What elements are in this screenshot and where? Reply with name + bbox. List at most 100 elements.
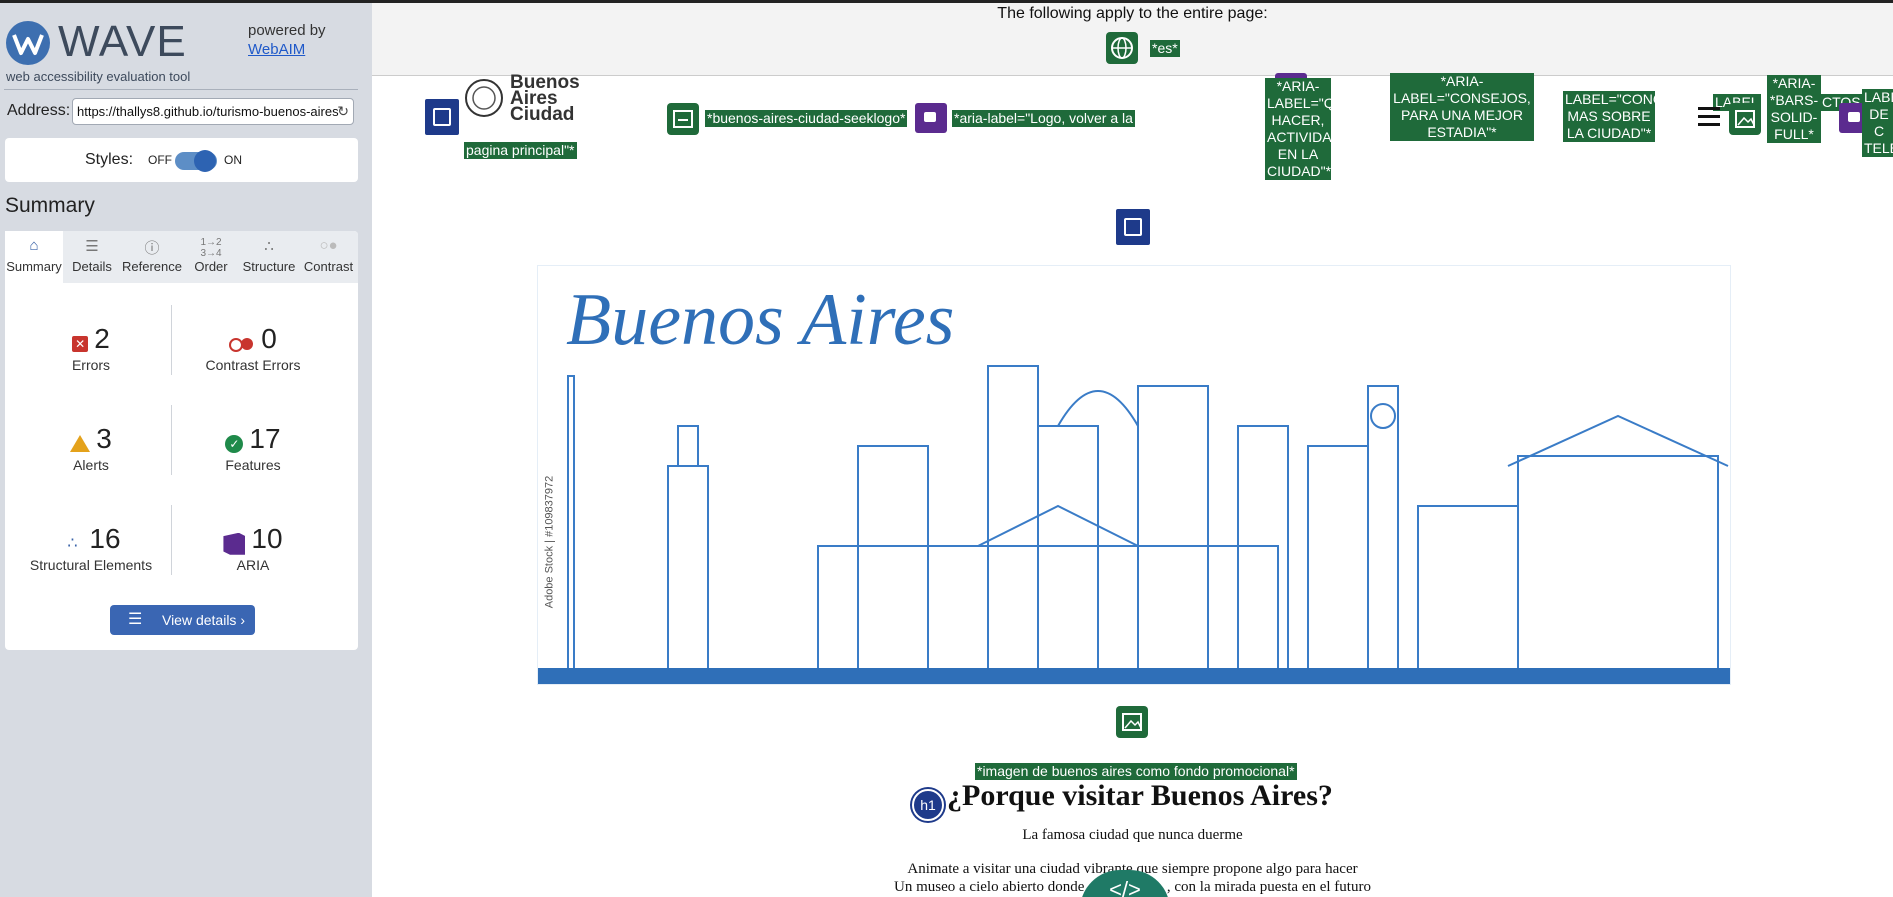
tab-label: Contrast	[303, 259, 354, 274]
tab-bar: ⌂ Summary ☰ Details ⓘ Reference 1→2 3→4 O…	[5, 231, 358, 283]
stat-label: Errors	[71, 357, 111, 373]
city-emblem-icon	[465, 79, 503, 117]
contrast-error-icon	[229, 337, 255, 352]
hamburger-menu-icon[interactable]	[1698, 107, 1720, 127]
tab-label: Summary	[6, 259, 62, 274]
aria-label-icon[interactable]	[915, 103, 947, 133]
language-badge[interactable]	[1106, 32, 1138, 64]
image-icon	[1735, 110, 1755, 128]
stat-contrast-errors[interactable]: 0 Contrast Errors	[173, 323, 333, 373]
info-icon: ⓘ	[144, 240, 160, 257]
evaluated-page: The following apply to the entire page: …	[372, 0, 1893, 897]
tab-reference[interactable]: ⓘ Reference	[121, 231, 183, 283]
stat-errors[interactable]: ✕ 2 Errors	[11, 323, 171, 373]
toggle-knob	[194, 150, 216, 172]
image-badge[interactable]	[1116, 706, 1148, 738]
stat-value: 3	[96, 423, 112, 454]
stat-aria[interactable]: 10 ARIA	[173, 523, 333, 573]
summary-heading: Summary	[5, 194, 95, 217]
tab-structure[interactable]: ∴ Structure	[239, 231, 299, 283]
list-icon: ☰	[128, 611, 143, 628]
view-details-button[interactable]: ☰ View details ›	[110, 605, 255, 635]
stat-structural-elements[interactable]: ∴ 16 Structural Elements	[11, 523, 171, 573]
globe-icon	[1111, 37, 1133, 59]
aria-label-tag: LABEL="CONOCE MAS SOBRE LA CIUDAD"*	[1563, 91, 1684, 142]
address-input[interactable]: https://thallys8.github.io/turismo-bueno…	[72, 98, 354, 125]
stat-label: ARIA	[236, 557, 270, 573]
styles-toggle-box: Styles: OFF ON	[5, 138, 358, 182]
powered-by-text: powered by	[248, 22, 326, 39]
address-label: Address:	[7, 102, 71, 119]
stat-divider	[171, 405, 172, 475]
tab-summary[interactable]: ⌂ Summary	[5, 231, 63, 283]
aria-label-tag: *aria-label="Logo, volver a la	[952, 110, 1135, 127]
stat-label: Features	[225, 457, 281, 473]
stat-value: 17	[249, 423, 281, 454]
view-details-label: View details ›	[161, 612, 245, 628]
heading-level-badge[interactable]: h1	[912, 789, 944, 821]
image-badge[interactable]	[1729, 103, 1761, 135]
banner-text: The following apply to the entire page:	[997, 5, 1268, 22]
wave-logo-icon	[6, 21, 50, 65]
home-icon: ⌂	[29, 237, 39, 254]
webaim-link[interactable]: WebAIM	[248, 41, 305, 58]
tab-contrast[interactable]: ○● Contrast	[299, 231, 358, 283]
stat-features[interactable]: ✓ 17 Features	[173, 423, 333, 473]
structure-icon: ∴	[67, 534, 78, 552]
styles-toggle[interactable]	[175, 150, 217, 172]
stat-value: 16	[89, 523, 121, 554]
stat-divider	[171, 505, 172, 575]
styles-label: Styles:	[85, 151, 134, 168]
reload-icon[interactable]: ↻	[337, 103, 349, 120]
tab-label: Reference	[122, 259, 182, 274]
contrast-icon: ○●	[319, 237, 338, 254]
header-region-icon[interactable]	[425, 99, 459, 135]
alt-text-label: *imagen de buenos aires como fondo promo…	[975, 763, 1297, 780]
stat-value: 2	[94, 323, 110, 354]
list-icon: ☰	[85, 238, 99, 255]
aria-label-tag: LABEL DE C TELE	[1862, 89, 1893, 157]
stat-label: Contrast Errors	[205, 357, 301, 373]
wave-logo-text: WAVE	[58, 17, 187, 66]
error-icon: ✕	[72, 335, 89, 352]
tab-label: Structure	[242, 259, 296, 274]
summary-panel: ⌂ Summary ☰ Details ⓘ Reference 1→2 3→4 O…	[5, 231, 358, 650]
powered-by: powered by WebAIM	[248, 21, 326, 59]
alert-icon	[70, 435, 91, 453]
logo-text: Buenos Aires Ciudad	[510, 72, 580, 125]
image-icon	[1122, 713, 1142, 731]
linked-image-icon	[673, 110, 693, 128]
alt-text-label: *buenos-aires-ciudad-seeklogo*	[705, 110, 908, 127]
toggle-off-label: OFF	[148, 153, 172, 167]
address-value: https://thallys8.github.io/turismo-bueno…	[77, 104, 339, 119]
aria-label-tag: *ARIA-LABEL="QUE HACER, ACTIVIDADES EN L…	[1265, 78, 1361, 180]
wave-logo-subtitle: web accessibility evaluation tool	[6, 69, 191, 84]
stat-value: 10	[251, 523, 283, 554]
tab-order[interactable]: 1→2 3→4 Order	[183, 231, 239, 283]
language-label: *es*	[1150, 40, 1180, 57]
aria-label-tag: *ARIA-*BARS-SOLID-FULL*	[1767, 75, 1821, 143]
page-wide-banner: The following apply to the entire page: …	[372, 3, 1893, 76]
aria-label-tag: pagina principal"*	[464, 142, 577, 159]
tab-label: Details	[72, 259, 112, 274]
page-subtitle: La famosa ciudad que nunca duerme	[1022, 827, 1243, 843]
toggle-on-label: ON	[224, 153, 242, 167]
image-link-badge[interactable]	[667, 103, 699, 135]
stat-value: 0	[261, 323, 277, 354]
aria-label-tag: *ARIA-LABEL="CONSEJOS, PARA UNA MEJOR ES…	[1390, 73, 1534, 141]
aria-icon	[223, 532, 246, 555]
stat-label: Alerts	[73, 457, 109, 473]
stat-label: Structural Elements	[29, 557, 153, 573]
hero-image: Buenos Aires Adobe Stock | #109837972	[537, 265, 1731, 685]
feature-icon: ✓	[225, 434, 244, 453]
wave-sidebar: WAVE web accessibility evaluation tool p…	[0, 0, 372, 897]
main-region-icon[interactable]	[1116, 209, 1150, 245]
buenos-aires-logo[interactable]: Buenos Aires Ciudad	[464, 72, 594, 125]
stat-divider	[171, 305, 172, 375]
stat-alerts[interactable]: 3 Alerts	[11, 423, 171, 473]
structure-icon: ∴	[264, 238, 274, 255]
stock-watermark: Adobe Stock | #109837972	[543, 475, 556, 609]
order-icon: 1→2 3→4	[200, 237, 222, 259]
tab-details[interactable]: ☰ Details	[63, 231, 121, 283]
tab-label: Order	[194, 259, 228, 274]
